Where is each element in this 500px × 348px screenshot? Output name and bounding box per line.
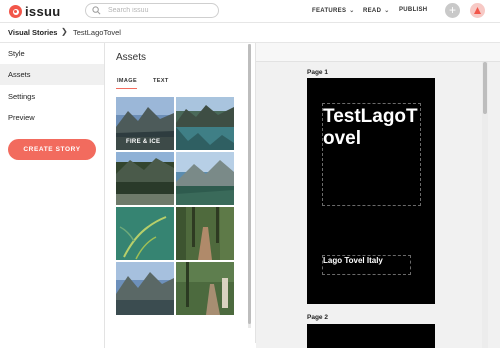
sidebar-item-style[interactable]: Style xyxy=(0,43,104,64)
page-1-label: Page 1 xyxy=(307,69,328,76)
sidebar-item-settings[interactable]: Settings xyxy=(0,86,104,107)
chevron-down-icon: ⌄ xyxy=(384,8,390,14)
image-grid: FIRE & ICE xyxy=(116,97,234,315)
image-tile[interactable] xyxy=(176,262,234,315)
create-story-button[interactable]: CREATE STORY xyxy=(8,139,96,160)
lake-reflection-photo xyxy=(176,97,234,150)
search-icon xyxy=(92,6,101,15)
story-canvas: Page 1 TestLagoTovel Lago Tovel Italy Pa… xyxy=(256,43,500,348)
tab-text[interactable]: TEXT xyxy=(153,78,169,84)
nav-features[interactable]: FEATURES ⌄ xyxy=(312,7,355,15)
page-1[interactable]: TestLagoTovel Lago Tovel Italy xyxy=(307,78,435,304)
assets-title: Assets xyxy=(116,52,147,63)
image-tile[interactable] xyxy=(176,97,234,150)
top-navigation-bar: issuu FEATURES ⌄ READ ⌄ PUBLISH + xyxy=(0,0,500,23)
search-box[interactable] xyxy=(85,3,219,18)
sidebar-item-preview[interactable]: Preview xyxy=(0,107,104,128)
image-tile[interactable] xyxy=(176,207,234,260)
image-tile[interactable] xyxy=(176,152,234,205)
tile-caption: FIRE & ICE xyxy=(126,139,161,145)
nav-features-label: FEATURES xyxy=(312,7,347,14)
nav-read-label: READ xyxy=(363,7,382,14)
sidebar-item-assets[interactable]: Assets xyxy=(0,64,104,85)
canvas-scrollbar-thumb[interactable] xyxy=(483,62,487,114)
assets-scrollbar-thumb[interactable] xyxy=(248,44,251,324)
breadcrumb-current: TestLagoTovel xyxy=(73,28,121,37)
image-tile[interactable] xyxy=(116,152,174,205)
tab-image[interactable]: IMAGE xyxy=(117,78,137,84)
page-subtitle-text[interactable]: Lago Tovel Italy xyxy=(323,256,383,265)
nav-read[interactable]: READ ⌄ xyxy=(363,7,390,15)
editor-sidebar: Style Assets Settings Preview CREATE STO… xyxy=(0,43,105,348)
underwater-plants-photo xyxy=(116,207,174,260)
nav-publish-label: PUBLISH xyxy=(399,7,428,13)
page-title-text[interactable]: TestLagoTovel xyxy=(323,106,423,150)
lake-shore-photo xyxy=(176,152,234,205)
chevron-right-icon: ❯ xyxy=(61,27,68,36)
image-tile[interactable]: FIRE & ICE xyxy=(116,97,174,150)
page-2[interactable] xyxy=(307,324,435,348)
user-avatar[interactable] xyxy=(470,3,485,18)
image-tile[interactable] xyxy=(116,207,174,260)
add-button[interactable]: + xyxy=(445,3,460,18)
nav-publish[interactable]: PUBLISH xyxy=(399,7,427,13)
forest-trail-photo xyxy=(176,262,234,315)
forest-lake-photo xyxy=(116,152,174,205)
mountain-lake-photo xyxy=(116,262,174,315)
canvas-toolbar xyxy=(256,43,500,62)
issuu-logo-icon xyxy=(9,5,22,18)
search-input[interactable] xyxy=(108,5,208,16)
issuu-logo[interactable]: issuu xyxy=(9,4,60,19)
breadcrumb-root[interactable]: Visual Stories xyxy=(8,28,57,37)
forest-path-photo xyxy=(176,207,234,260)
assets-panel: Assets IMAGE TEXT FIRE & ICE xyxy=(105,43,256,343)
chevron-down-icon: ⌄ xyxy=(349,8,355,14)
active-tab-indicator xyxy=(116,88,137,89)
page-2-label: Page 2 xyxy=(307,314,328,321)
breadcrumb: Visual Stories ❯ TestLagoTovel xyxy=(0,22,500,43)
plus-icon: + xyxy=(448,3,456,17)
image-tile[interactable] xyxy=(116,262,174,315)
logo-text: issuu xyxy=(25,4,61,19)
assets-scrollbar[interactable] xyxy=(248,44,251,328)
